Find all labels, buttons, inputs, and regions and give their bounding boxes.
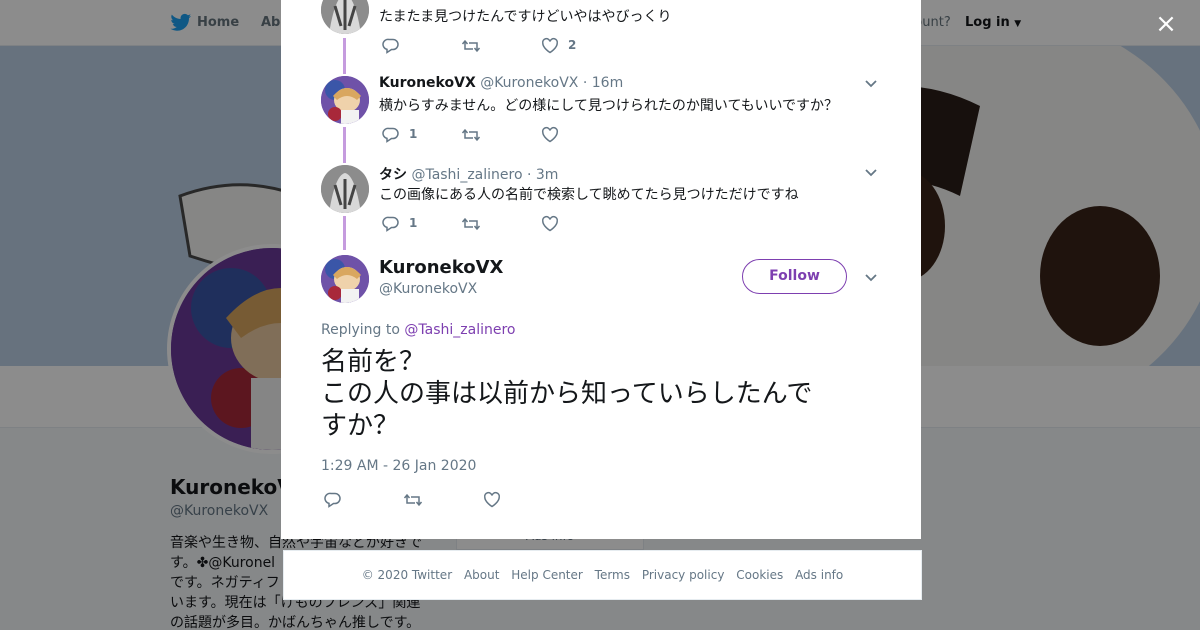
chevron-down-icon[interactable] — [864, 273, 878, 283]
tweet-modal: たまたま見つけたんですけどいやはやびっくり 2 KuronekoVX @Kuro… — [281, 0, 921, 539]
retweet-icon — [461, 39, 481, 53]
modal-footer: © 2020 Twitter About Help Center Terms P… — [283, 550, 922, 600]
main-tweet-author-name[interactable]: KuronekoVX — [379, 257, 503, 278]
main-tweet-timestamp[interactable]: 1:29 AM - 26 Jan 2020 — [321, 458, 476, 474]
footer-link-ads-info[interactable]: Ads info — [795, 568, 843, 582]
tweet-author-name[interactable]: タシ — [379, 167, 407, 183]
heart-icon — [541, 37, 559, 54]
time-separator: · — [582, 75, 588, 91]
thread-line — [343, 38, 346, 74]
tweet-header: KuronekoVX @KuronekoVX · 16m — [379, 75, 623, 91]
tweet-text: 横からすみません。どの様にして見つけられたのか聞いてもいいですか？ — [379, 98, 839, 114]
replying-to-mention[interactable]: @Tashi_zalinero — [404, 322, 515, 338]
thread-line — [343, 216, 346, 250]
tweet-text: たまたま見つけたんですけどいやはやびっくり — [379, 9, 672, 25]
retweet-icon — [461, 217, 481, 231]
reply-icon — [382, 127, 399, 143]
heart-icon — [541, 215, 559, 232]
follow-button[interactable]: Follow — [742, 259, 847, 294]
replying-prefix: Replying to — [321, 322, 400, 338]
reply-count: 1 — [409, 216, 418, 230]
close-icon[interactable]: × — [1152, 10, 1180, 38]
footer-copyright: © 2020 Twitter — [361, 568, 453, 582]
main-tweet-text-line: この人の事は以前から知っていらしたんで — [321, 379, 813, 409]
footer-link-privacy[interactable]: Privacy policy — [642, 568, 725, 582]
chevron-down-icon[interactable] — [864, 79, 878, 89]
chevron-down-icon[interactable] — [864, 168, 878, 178]
main-tweet-text-line: すか？ — [321, 411, 400, 441]
footer-link-about[interactable]: About — [464, 568, 499, 582]
heart-icon — [541, 126, 559, 143]
footer-links: © 2020 Twitter About Help Center Terms P… — [284, 568, 921, 582]
reply-icon — [382, 216, 399, 232]
tweet-author-name[interactable]: KuronekoVX — [379, 75, 476, 91]
main-tweet-avatar[interactable] — [321, 255, 369, 303]
footer-link-cookies[interactable]: Cookies — [736, 568, 783, 582]
thread-line — [343, 127, 346, 163]
like-count: 2 — [568, 38, 577, 52]
reply-count: 1 — [409, 127, 418, 141]
retweet-icon — [461, 128, 481, 142]
heart-icon — [483, 491, 501, 508]
time-separator: · — [526, 167, 532, 183]
reply-icon — [324, 492, 341, 508]
reply-icon — [382, 38, 399, 54]
main-tweet-author-handle[interactable]: @KuronekoVX — [379, 281, 477, 297]
tweet-text: この画像にある人の名前で検索して眺めてたら見つけただけですね — [379, 187, 799, 203]
avatar[interactable] — [321, 165, 369, 213]
replying-to: Replying to @Tashi_zalinero — [321, 322, 515, 338]
avatar[interactable] — [321, 76, 369, 124]
main-tweet-text: 名前を？ この人の事は以前から知っていらしたんで すか？ — [321, 346, 881, 442]
main-tweet-text-line: 名前を？ — [321, 347, 426, 377]
footer-link-terms[interactable]: Terms — [595, 568, 630, 582]
avatar[interactable] — [321, 0, 369, 34]
tweet-author-handle[interactable]: @KuronekoVX — [480, 75, 578, 91]
tweet-time[interactable]: 16m — [592, 75, 623, 91]
tweet-author-handle[interactable]: @Tashi_zalinero — [411, 167, 522, 183]
tweet-time[interactable]: 3m — [536, 167, 559, 183]
footer-link-help-center[interactable]: Help Center — [511, 568, 583, 582]
retweet-icon — [403, 493, 423, 507]
tweet-header: タシ @Tashi_zalinero · 3m — [379, 164, 558, 184]
